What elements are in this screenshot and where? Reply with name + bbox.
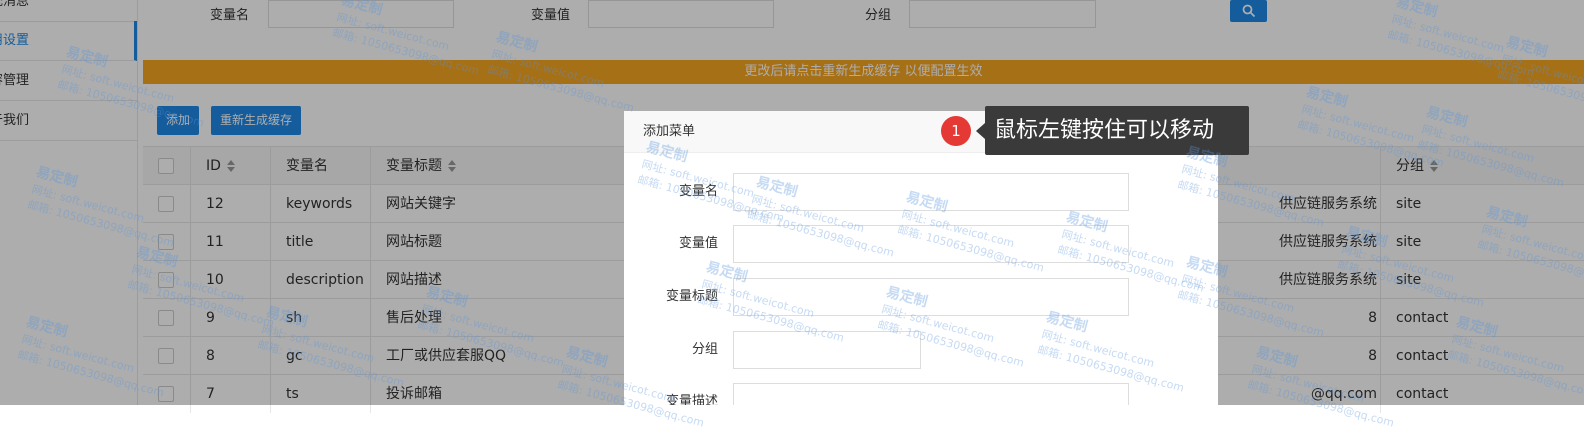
form-title-label: 变量标题 xyxy=(665,289,718,304)
add-menu-dialog: 添加菜单 变量名 变量值 变量标题 分组 变量描述 xyxy=(624,111,1218,405)
form-title-input[interactable] xyxy=(733,278,1129,316)
form-group-label: 分组 xyxy=(691,342,718,357)
dialog-title: 添加菜单 xyxy=(643,124,696,139)
form-desc-input[interactable] xyxy=(733,383,1129,405)
form-name-input[interactable] xyxy=(733,173,1129,211)
form-name-label: 变量名 xyxy=(678,184,718,199)
form-value-input[interactable] xyxy=(733,225,1129,263)
drag-tooltip: 鼠标左键按住可以移动 xyxy=(985,106,1249,155)
step-badge: 1 xyxy=(941,116,971,146)
tooltip-arrow xyxy=(976,123,985,139)
form-desc-label: 变量描述 xyxy=(665,394,718,405)
form-value-label: 变量值 xyxy=(678,236,718,251)
form-group-input[interactable] xyxy=(733,331,921,369)
